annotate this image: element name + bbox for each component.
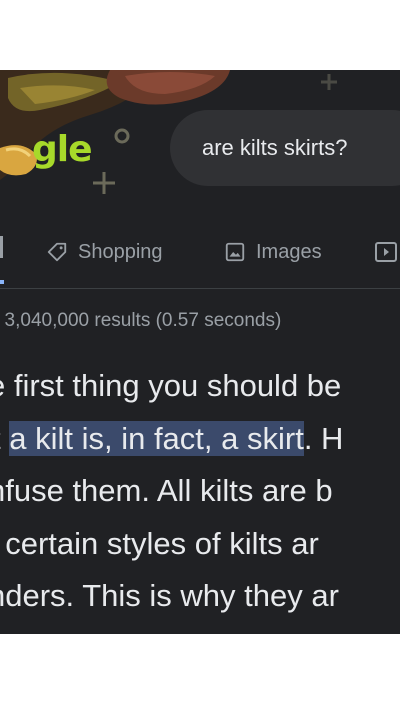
result-stats: t 3,040,000 results (0.57 seconds) [0,310,282,331]
image-icon [225,242,245,262]
snippet-text: . H [303,420,344,456]
tab-images-label: Images [256,240,322,263]
search-bar[interactable]: are kilts skirts? [170,110,400,186]
search-query[interactable]: are kilts skirts? [202,110,347,186]
featured-snippet: e first thing you should be t a kilt is,… [0,360,400,623]
active-tab-indicator [0,280,4,284]
tab-shopping[interactable]: Shopping [46,230,163,274]
search-tabs: Shopping Images [0,230,400,284]
tab-videos[interactable] [374,230,400,274]
snippet-highlight: a kilt is, in fact, a skirt [9,420,304,456]
tabs-divider [0,288,400,289]
tab-shopping-label: Shopping [78,240,163,263]
snippet-text: t [0,421,9,456]
tab-images[interactable]: Images [224,230,322,274]
video-play-icon [375,242,397,262]
snippet-line: nders. This is why they ar [0,578,339,613]
snippet-line: t certain styles of kilts ar [0,525,319,561]
tab-all-edge[interactable] [0,236,3,258]
snippet-line: t a kilt is, in fact, a skirt. H [0,413,400,466]
snippet-line: e first thing you should be [0,368,342,403]
logo-text: gle [32,129,93,170]
screenshot-frame: gle are kilts skirts? Shopping Images t … [0,70,400,634]
tag-icon [47,242,67,262]
snippet-line: nfuse them. All kilts are b [0,473,333,508]
